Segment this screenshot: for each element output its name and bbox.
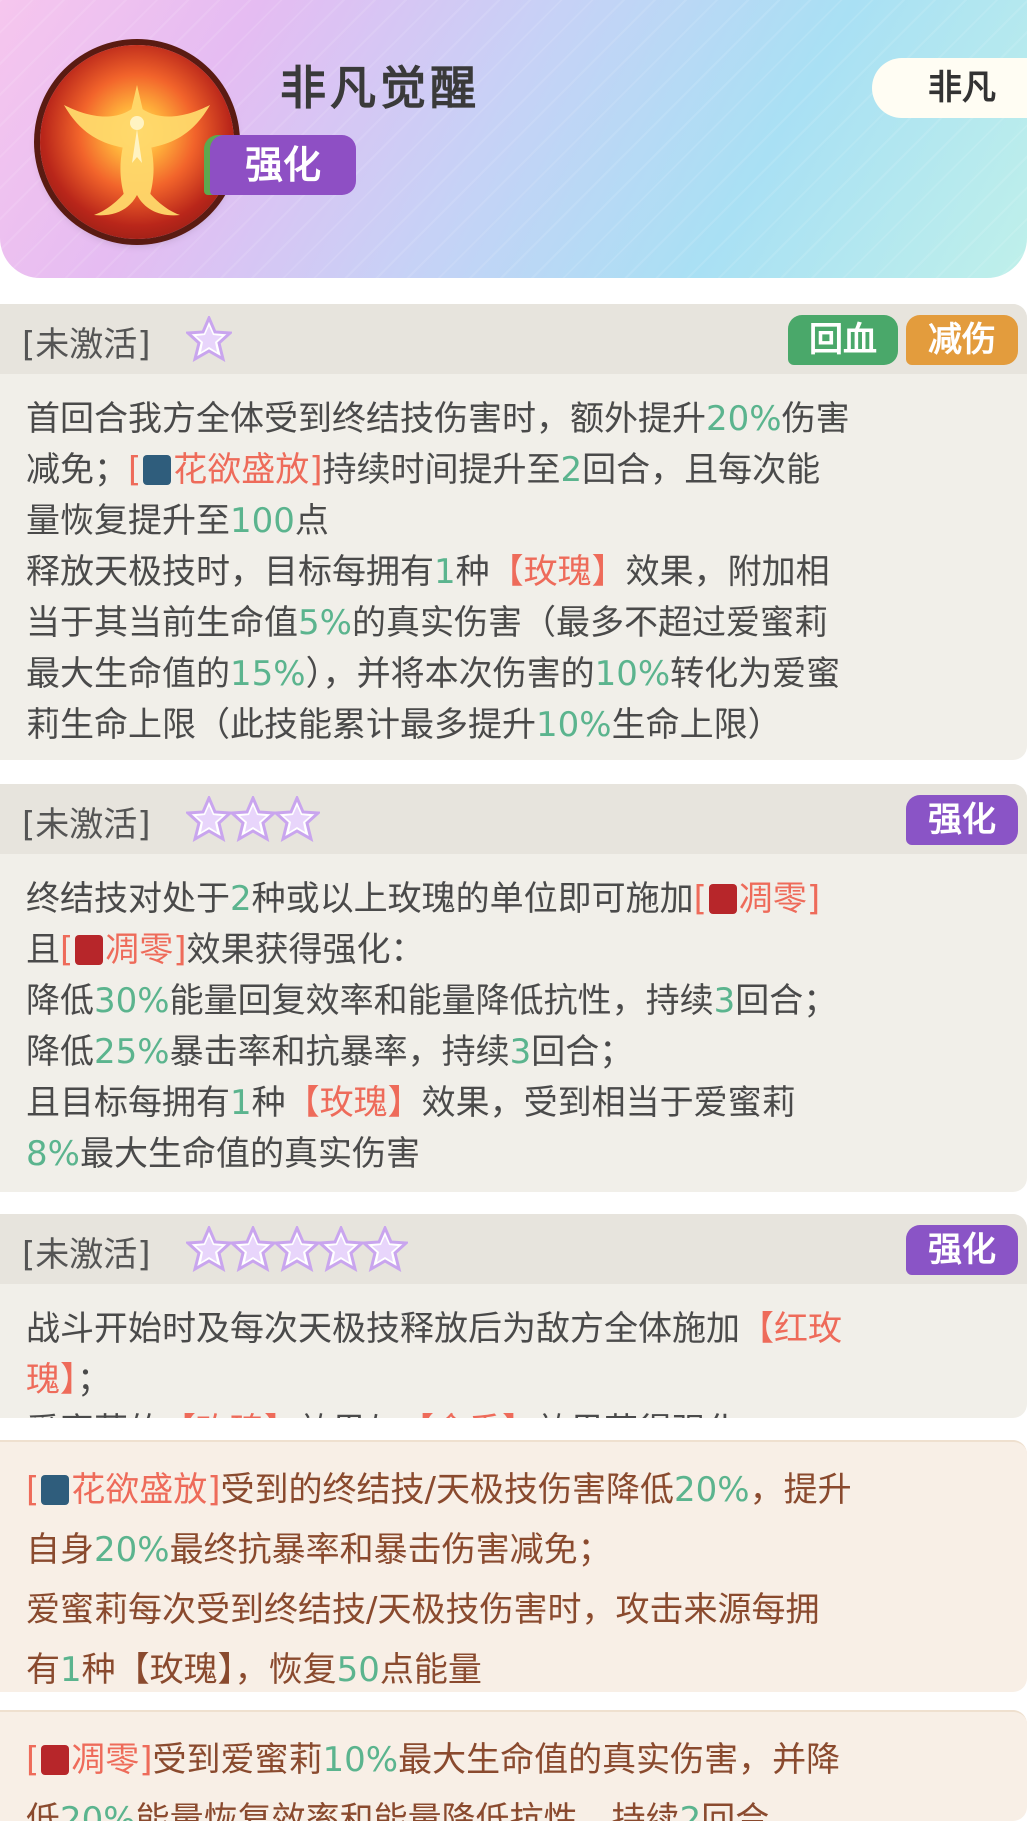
- wither-icon: [75, 935, 104, 965]
- status-info-wither: [凋零]受到爱蜜莉10%最大生命值的真实伤害，并降 低20%能量恢复效率和能量降…: [0, 1710, 1027, 1821]
- card-header: [未激活] 回血 减伤: [0, 304, 1027, 374]
- star-icon: [274, 796, 320, 842]
- status-label: [未激活]: [22, 1235, 151, 1275]
- desc-line: 爱蜜莉的【玫瑰】效果与【余香】效果获得强化：: [26, 1406, 1001, 1418]
- bloom-icon: [41, 1475, 70, 1505]
- star-icon: [230, 1226, 276, 1272]
- desc-line: 最大生命值的15%），并将本次伤害的10%转化为爱蜜: [26, 654, 841, 694]
- tag-enhance: 强化: [906, 1225, 1018, 1275]
- tag-damage-reduction: 减伤: [906, 315, 1018, 365]
- status-label: [未激活]: [22, 325, 151, 365]
- skill-card-1: [未激活] 回血 减伤 首回合我方全体受到终结技伤害时，额外提升20%伤害 减免…: [0, 304, 1027, 760]
- status-info-bloom: [花欲盛放]受到的终结技/天极技伤害降低20%，提升 自身20%最终抗暴率和暴击…: [0, 1440, 1027, 1692]
- status-label: [未激活]: [22, 805, 151, 845]
- info-line: 爱蜜莉每次受到终结技/天极技伤害时，攻击来源每拥: [26, 1590, 820, 1630]
- star-icon: [186, 316, 232, 362]
- card-header: [未激活] 强化: [0, 1214, 1027, 1284]
- star-icon: [230, 796, 276, 842]
- desc-line: 且[凋零]效果获得强化：: [26, 930, 425, 970]
- tag-heal: 回血: [788, 315, 898, 365]
- card-description: 战斗开始时及每次天极技释放后为敌方全体施加【红玫 瑰】； 爱蜜莉的【玫瑰】效果与…: [0, 1284, 1027, 1418]
- desc-line: 莉生命上限（此技能累计最多提升10%生命上限）: [26, 705, 782, 745]
- star-icon: [186, 1226, 232, 1272]
- star-icon: [186, 796, 232, 842]
- desc-line: 且目标每拥有1种【玫瑰】效果，受到相当于爱蜜莉: [26, 1083, 796, 1123]
- info-line: 自身20%最终抗暴率和暴击伤害减免；: [26, 1530, 612, 1570]
- card-description: 终结技对处于2种或以上玫瑰的单位即可施加[凋零] 且[凋零]效果获得强化： 降低…: [0, 854, 1027, 1180]
- desc-line: 量恢复提升至100点: [26, 501, 329, 541]
- desc-line: 释放天极技时，目标每拥有1种【玫瑰】效果，附加相: [26, 552, 830, 592]
- wither-icon: [708, 884, 737, 914]
- desc-line: 8%最大生命值的真实伤害: [26, 1134, 420, 1174]
- desc-line: 首回合我方全体受到终结技伤害时，额外提升20%伤害: [26, 399, 850, 439]
- desc-line: 降低25%暴击率和抗暴率，持续3回合；: [26, 1032, 634, 1072]
- page-title: 非凡觉醒: [280, 61, 480, 115]
- info-line: [花欲盛放]受到的终结技/天极技伤害降低20%，提升: [26, 1470, 852, 1510]
- tag-enhance: 强化: [906, 795, 1018, 845]
- desc-line: 终结技对处于2种或以上玫瑰的单位即可施加[凋零]: [26, 879, 821, 919]
- info-line: 低20%能量恢复效率和能量降低抗性，持续2回合: [26, 1800, 770, 1821]
- desc-line: 战斗开始时及每次天极技释放后为敌方全体施加【红玫: [26, 1309, 842, 1349]
- desc-line: 减免；[花欲盛放]持续时间提升至2回合，且每次能: [26, 450, 821, 490]
- desc-line: 瑰】；: [26, 1360, 111, 1400]
- skill-card-3: [未激活] 强化 战斗开始时及每次天极技释放后为敌方全体施加【红玫 瑰】； 爱蜜…: [0, 1214, 1027, 1418]
- star-rating: [186, 1226, 408, 1274]
- enhance-badge: 强化: [210, 135, 356, 195]
- star-icon: [274, 1226, 320, 1272]
- header-banner: 非凡觉醒 强化 非凡: [0, 0, 1027, 278]
- star-rating: [186, 796, 320, 844]
- star-icon: [318, 1226, 364, 1272]
- star-rating: [186, 316, 232, 364]
- info-line: [凋零]受到爱蜜莉10%最大生命值的真实伤害，并降: [26, 1740, 841, 1780]
- wither-icon: [41, 1745, 70, 1775]
- info-line: 有1种【玫瑰】，恢复50点能量: [26, 1650, 482, 1690]
- phoenix-icon: [40, 45, 234, 239]
- desc-line: 当于其当前生命值5%的真实伤害（最多不超过爱蜜莉: [26, 603, 828, 643]
- bloom-icon: [143, 455, 172, 485]
- card-header: [未激活] 强化: [0, 784, 1027, 854]
- card-description: 首回合我方全体受到终结技伤害时，额外提升20%伤害 减免；[花欲盛放]持续时间提…: [0, 374, 1027, 751]
- skill-card-2: [未激活] 强化 终结技对处于2种或以上玫瑰的单位即可施加[凋零] 且[凋零]效…: [0, 784, 1027, 1192]
- rank-pill[interactable]: 非凡: [872, 58, 1027, 118]
- star-icon: [362, 1226, 408, 1272]
- desc-line: 降低30%能量回复效率和能量降低抗性，持续3回合；: [26, 981, 838, 1021]
